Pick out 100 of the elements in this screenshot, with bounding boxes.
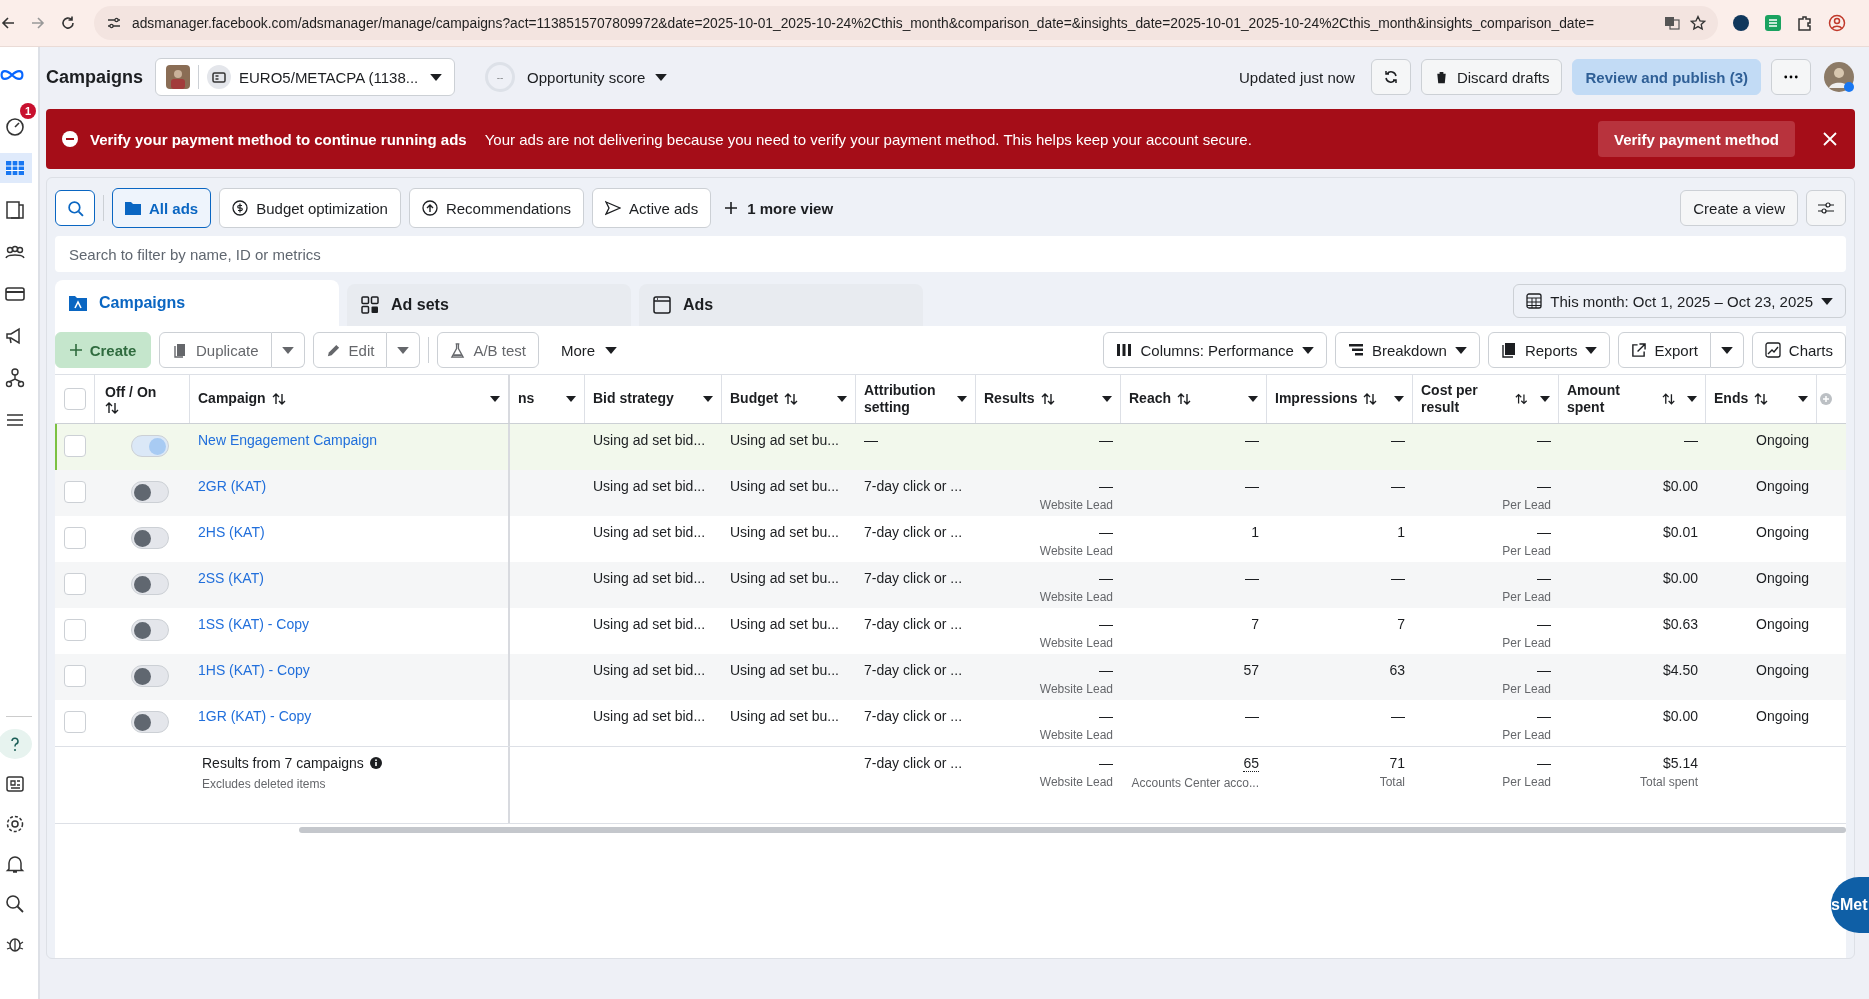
profile-avatar-icon[interactable] [1823, 61, 1855, 93]
caret-icon[interactable] [1798, 396, 1808, 402]
edit-button[interactable]: Edit [312, 332, 388, 368]
extension-icon[interactable] [1732, 14, 1750, 32]
column-header[interactable]: Budget [730, 390, 779, 408]
row-checkbox[interactable] [64, 619, 86, 641]
caret-icon[interactable] [957, 396, 967, 402]
search-field[interactable]: Search to filter by name, ID or metrics [55, 236, 1846, 272]
column-header[interactable]: Cost per result [1421, 381, 1510, 417]
export-menu-button[interactable] [1710, 332, 1744, 368]
sort-icon[interactable] [1363, 393, 1378, 405]
more-views-button[interactable]: 1 more view [719, 195, 840, 221]
opportunity-score-button[interactable]: Opportunity score [521, 64, 674, 90]
select-all-checkbox[interactable] [63, 388, 86, 410]
column-header[interactable]: Reach [1129, 390, 1172, 408]
charts-button[interactable]: Charts [1751, 332, 1846, 368]
caret-icon[interactable] [1394, 396, 1404, 402]
caret-icon[interactable] [703, 396, 713, 402]
level-tab[interactable]: Ad sets [347, 284, 631, 326]
column-header[interactable]: Results [984, 390, 1035, 408]
site-info-icon[interactable] [106, 15, 122, 31]
pages-icon[interactable] [4, 199, 26, 221]
reports-button[interactable]: Reports [1487, 332, 1611, 368]
campaign-link[interactable]: 2GR (KAT) [198, 478, 500, 494]
campaign-link[interactable]: 2SS (KAT) [198, 570, 500, 586]
address-bar[interactable] [94, 6, 1718, 40]
profile-icon[interactable] [1828, 14, 1846, 32]
back-icon[interactable] [0, 15, 16, 31]
columns-button[interactable]: Columns: Performance [1103, 332, 1327, 368]
on-off-toggle[interactable] [131, 665, 169, 687]
date-range-picker[interactable]: This month: Oct 1, 2025 – Oct 23, 2025 [1513, 284, 1846, 318]
view-tab[interactable]: Active ads [592, 188, 712, 228]
create-view-button[interactable]: Create a view [1680, 190, 1798, 226]
column-header[interactable]: Ends [1714, 390, 1749, 408]
row-checkbox[interactable] [64, 665, 86, 687]
create-button[interactable]: Create [55, 332, 151, 368]
breakdown-button[interactable]: Breakdown [1334, 332, 1480, 368]
sort-icon[interactable] [105, 402, 119, 414]
puzzle-icon[interactable] [1796, 14, 1814, 32]
star-icon[interactable] [1690, 15, 1706, 31]
caret-icon[interactable] [1102, 396, 1112, 402]
on-off-toggle[interactable] [131, 619, 169, 641]
column-header[interactable]: Campaign [198, 390, 266, 408]
search-button[interactable] [55, 190, 95, 226]
settings-icon[interactable] [4, 813, 26, 835]
campaign-link[interactable]: 1HS (KAT) - Copy [198, 662, 500, 678]
translate-icon[interactable] [1664, 15, 1680, 31]
caret-icon[interactable] [566, 396, 576, 402]
view-tab[interactable]: Budget optimization [219, 188, 401, 228]
column-header[interactable]: Impressions [1275, 390, 1358, 408]
row-checkbox[interactable] [64, 711, 86, 733]
on-off-toggle[interactable] [131, 711, 169, 733]
newspaper-icon[interactable] [4, 773, 26, 795]
sort-icon[interactable] [271, 393, 286, 405]
bell-icon[interactable] [4, 853, 26, 875]
reload-icon[interactable] [60, 15, 76, 31]
level-tab[interactable]: Campaigns [55, 280, 339, 326]
column-header[interactable]: Off / On [105, 384, 157, 400]
campaign-link[interactable]: 2HS (KAT) [198, 524, 500, 540]
on-off-toggle[interactable] [131, 481, 169, 503]
on-off-toggle[interactable] [131, 435, 169, 457]
caret-icon[interactable] [490, 396, 500, 402]
duplicate-button[interactable]: Duplicate [159, 332, 272, 368]
row-checkbox[interactable] [64, 481, 86, 503]
export-button[interactable]: Export [1618, 332, 1711, 368]
network-icon[interactable] [4, 367, 26, 389]
sort-icon[interactable] [784, 393, 799, 405]
sort-icon[interactable] [1754, 393, 1769, 405]
verify-payment-button[interactable]: Verify payment method [1597, 121, 1795, 157]
row-checkbox[interactable] [64, 435, 86, 457]
campaign-link[interactable]: New Engagement Campaign [198, 432, 500, 448]
caret-icon[interactable] [1540, 396, 1550, 402]
on-off-toggle[interactable] [131, 573, 169, 595]
discard-drafts-button[interactable]: Discard drafts [1420, 59, 1563, 95]
filter-settings-button[interactable] [1806, 190, 1846, 226]
caret-icon[interactable] [1248, 396, 1258, 402]
caret-icon[interactable] [837, 396, 847, 402]
account-selector[interactable]: EURO5/METACPA (1138... [155, 58, 456, 96]
row-checkbox[interactable] [64, 527, 86, 549]
campaign-link[interactable]: 1SS (KAT) - Copy [198, 616, 500, 632]
search-icon[interactable] [4, 893, 26, 915]
sort-icon[interactable] [1515, 393, 1528, 405]
row-checkbox[interactable] [64, 573, 86, 595]
view-tab[interactable]: Recommendations [408, 188, 584, 228]
refresh-button[interactable] [1370, 59, 1411, 95]
close-icon[interactable] [1823, 132, 1837, 146]
info-icon[interactable] [369, 757, 382, 769]
caret-icon[interactable] [1687, 396, 1697, 402]
edit-menu-button[interactable] [387, 332, 421, 368]
column-header[interactable]: Amount spent [1567, 381, 1656, 417]
column-header[interactable]: Bid strategy [593, 390, 674, 408]
column-header[interactable]: Attribution setting [864, 381, 945, 417]
sort-icon[interactable] [1040, 393, 1055, 405]
more-button[interactable]: More [554, 337, 624, 363]
duplicate-menu-button[interactable] [271, 332, 305, 368]
level-tab[interactable]: Ads [639, 284, 923, 326]
campaign-link[interactable]: 1GR (KAT) - Copy [198, 708, 500, 724]
on-off-toggle[interactable] [131, 527, 169, 549]
scrollbar-thumb[interactable] [299, 827, 1846, 833]
sort-icon[interactable] [1177, 393, 1192, 405]
